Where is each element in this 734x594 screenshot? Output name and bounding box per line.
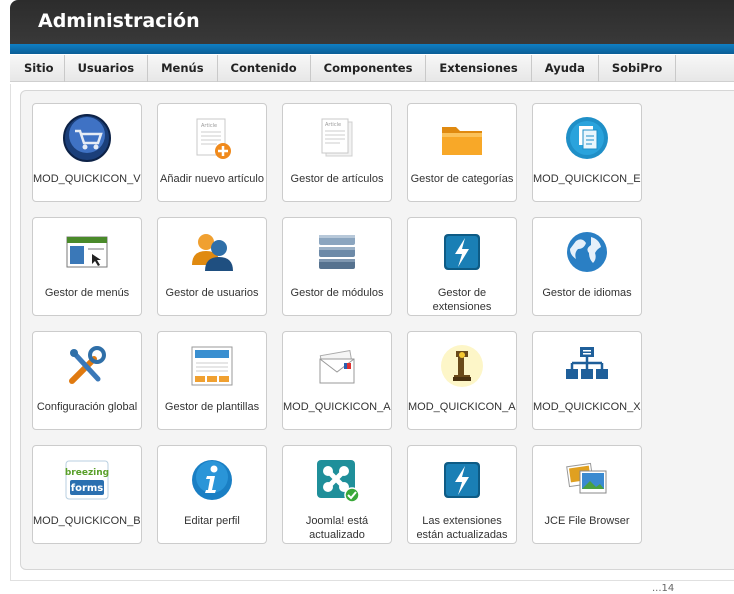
breezingforms-icon: breezing forms bbox=[61, 454, 113, 506]
modules-icon bbox=[311, 226, 363, 278]
page-title: Administración bbox=[38, 10, 200, 32]
quickicon-extension-manager[interactable]: Gestor de extensiones bbox=[407, 217, 517, 316]
article-manager-icon: Article bbox=[311, 112, 363, 164]
quickicon-acymailing[interactable]: MOD_QUICKICON_ACYMAILING bbox=[282, 331, 392, 430]
quickicon-label: MOD_QUICKICON_BREEZINGFORMS bbox=[33, 515, 141, 527]
users-icon bbox=[186, 226, 238, 278]
breezing-text: breezing bbox=[65, 468, 109, 478]
quickicon-joomla-update[interactable]: Joomla! está actualizado bbox=[282, 445, 392, 544]
quickicon-label: MOD_QUICKICON_EXTPLORER bbox=[533, 173, 641, 185]
quickicon-label: MOD_QUICKICON_ACYMAILING bbox=[283, 401, 391, 413]
admin-header: Administración bbox=[10, 0, 734, 48]
quickicon-label: Gestor de usuarios bbox=[165, 287, 259, 299]
quickicon-label: Gestor de idiomas bbox=[542, 287, 632, 299]
menu-extensiones[interactable]: Extensiones bbox=[426, 55, 532, 82]
quickicon-article-manager[interactable]: Article Gestor de artículos bbox=[282, 103, 392, 202]
quickicon-label: Gestor de plantillas bbox=[164, 401, 260, 413]
menu-manager-icon bbox=[61, 226, 113, 278]
menu-sobipro[interactable]: SobiPro bbox=[599, 55, 677, 82]
quickicon-category-manager[interactable]: Gestor de categorías bbox=[407, 103, 517, 202]
quickicon-label: Gestor de extensiones bbox=[432, 287, 492, 313]
virtuemart-cart-icon bbox=[61, 112, 113, 164]
folder-icon bbox=[436, 112, 488, 164]
extensions-updated-icon bbox=[436, 454, 488, 506]
extensions-icon bbox=[436, 226, 488, 278]
quickicon-label: Configuración global bbox=[36, 401, 138, 413]
joomla-icon bbox=[311, 454, 363, 506]
article-thumb-text: Article bbox=[325, 122, 341, 128]
menu-componentes[interactable]: Componentes bbox=[311, 55, 427, 82]
quickicon-label: Las extensiones están actualizadas bbox=[416, 515, 508, 541]
quickicon-menu-manager[interactable]: Gestor de menús bbox=[32, 217, 142, 316]
acymailing-icon bbox=[311, 340, 363, 392]
quickicon-label: Editar perfil bbox=[184, 515, 240, 527]
quickicon-label: Gestor de categorías bbox=[410, 173, 514, 185]
menu-contenido[interactable]: Contenido bbox=[218, 55, 311, 82]
quickicon-xmap[interactable]: MOD_QUICKICON_XMAP bbox=[532, 331, 642, 430]
info-icon bbox=[186, 454, 238, 506]
quickicon-label: Gestor de artículos bbox=[290, 173, 384, 185]
quickicon-label: MOD_QUICKICON_VM bbox=[33, 173, 141, 185]
quickicon-template-manager[interactable]: Gestor de plantillas bbox=[157, 331, 267, 430]
quickicon-label: Gestor de menús bbox=[44, 287, 130, 299]
menu-menus[interactable]: Menús bbox=[148, 55, 218, 82]
quickicon-label: MOD_QUICKICON_AKEEBA bbox=[408, 401, 516, 413]
extplorer-icon bbox=[561, 112, 613, 164]
quickicon-virtuemart[interactable]: MOD_QUICKICON_VM bbox=[32, 103, 142, 202]
quickicon-label: JCE File Browser bbox=[544, 515, 630, 527]
globe-icon bbox=[561, 226, 613, 278]
quickicon-jce-browser[interactable]: JCE File Browser bbox=[532, 445, 642, 544]
header-accent-bar bbox=[10, 44, 734, 54]
quickicon-label: MOD_QUICKICON_XMAP bbox=[533, 401, 641, 413]
template-icon bbox=[186, 340, 238, 392]
quickicon-breezingforms[interactable]: breezing forms MOD_QUICKICON_BREEZINGFOR… bbox=[32, 445, 142, 544]
akeeba-icon bbox=[436, 340, 488, 392]
quickicon-label: Gestor de módulos bbox=[290, 287, 384, 299]
content-border bbox=[10, 84, 12, 580]
footer-fragment: ...14 bbox=[652, 583, 675, 594]
quickicon-language-manager[interactable]: Gestor de idiomas bbox=[532, 217, 642, 316]
quickicon-module-manager[interactable]: Gestor de módulos bbox=[282, 217, 392, 316]
add-article-icon: Article bbox=[186, 112, 238, 164]
tools-icon bbox=[61, 340, 113, 392]
quickicon-global-config[interactable]: Configuración global bbox=[32, 331, 142, 430]
quickicon-label: Añadir nuevo artículo bbox=[160, 173, 264, 185]
sitemap-icon bbox=[561, 340, 613, 392]
quickicon-user-manager[interactable]: Gestor de usuarios bbox=[157, 217, 267, 316]
quickicon-edit-profile[interactable]: Editar perfil bbox=[157, 445, 267, 544]
menu-sitio[interactable]: Sitio bbox=[10, 55, 65, 82]
quickicon-label: Joomla! está actualizado bbox=[305, 515, 369, 541]
quickicon-add-article[interactable]: Article Añadir nuevo artículo bbox=[157, 103, 267, 202]
quickicon-extplorer[interactable]: MOD_QUICKICON_EXTPLORER bbox=[532, 103, 642, 202]
forms-text: forms bbox=[71, 483, 104, 494]
page-bottom-border bbox=[10, 580, 734, 581]
quickicon-extensions-updated[interactable]: Las extensiones están actualizadas bbox=[407, 445, 517, 544]
menu-usuarios[interactable]: Usuarios bbox=[65, 55, 149, 82]
menu-ayuda[interactable]: Ayuda bbox=[532, 55, 599, 82]
quickicon-akeeba[interactable]: MOD_QUICKICON_AKEEBA bbox=[407, 331, 517, 430]
main-menu-bar: Sitio Usuarios Menús Contenido Component… bbox=[10, 55, 734, 82]
article-thumb-text: Article bbox=[201, 123, 217, 129]
jce-browser-icon bbox=[561, 454, 613, 506]
